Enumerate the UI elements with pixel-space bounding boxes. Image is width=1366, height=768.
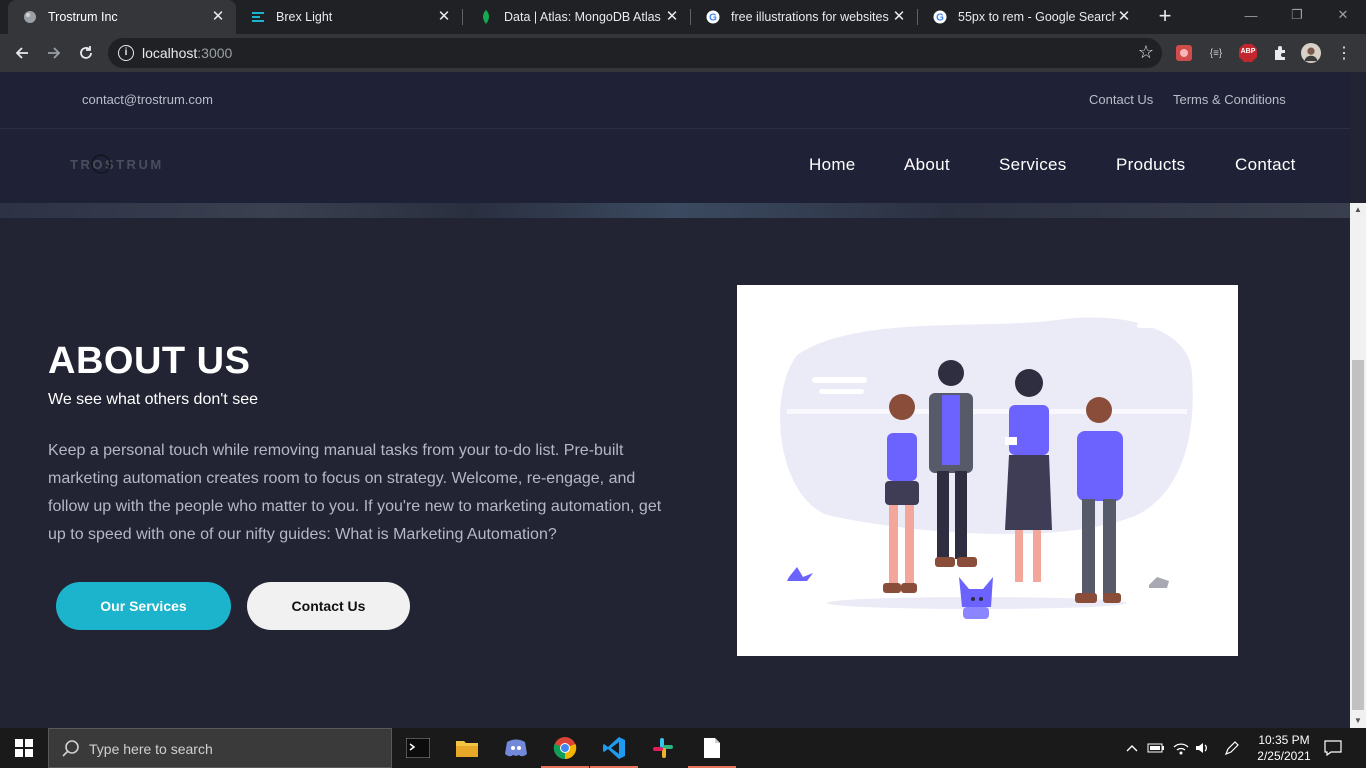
contact-email[interactable]: contact@trostrum.com (82, 92, 213, 107)
profile-avatar[interactable] (1301, 43, 1321, 63)
taskbar-search-box[interactable]: Type here to search (48, 728, 392, 768)
chrome-icon[interactable] (541, 728, 589, 768)
vscode-icon[interactable] (590, 728, 638, 768)
our-services-button[interactable]: Our Services (56, 582, 231, 630)
pen-workspace-icon[interactable] (1222, 738, 1242, 758)
about-body: Keep a personal touch while removing man… (48, 442, 662, 543)
tab-title: Data | Atlas: MongoDB Atlas (504, 10, 661, 24)
taskbar-clock[interactable]: 10:35 PM 2/25/2021 (1254, 732, 1314, 764)
hero-image-edge (0, 203, 1350, 218)
google-icon: G (932, 9, 948, 25)
page-scrollbar[interactable]: ▲ ▼ (1350, 203, 1366, 728)
contact-us-button[interactable]: Contact Us (247, 582, 410, 630)
nav-home[interactable]: Home (809, 155, 856, 175)
back-arrow-icon[interactable] (10, 41, 34, 65)
minimize-icon[interactable]: — (1228, 0, 1274, 30)
site-logo[interactable]: TROSTRUM (70, 153, 162, 175)
file-explorer-icon[interactable] (443, 728, 491, 768)
scroll-up-arrow-icon[interactable]: ▲ (1350, 203, 1366, 217)
restore-icon[interactable]: ❐ (1274, 0, 1320, 30)
window-close-icon[interactable]: ✕ (1320, 0, 1366, 30)
google-icon: G (705, 9, 721, 25)
wifi-icon[interactable] (1171, 738, 1191, 758)
about-subtitle: We see what others don't see (48, 391, 258, 408)
url-port: :3000 (197, 45, 233, 61)
topbar-contact-link[interactable]: Contact Us (1089, 92, 1153, 107)
taskbar-search-placeholder: Type here to search (89, 741, 213, 757)
tab-trostrum[interactable]: Trostrum Inc ✕ (8, 0, 236, 34)
tab-divider (462, 9, 463, 25)
svg-text:G: G (936, 13, 944, 24)
close-icon[interactable]: ✕ (891, 9, 907, 25)
about-title: ABOUT US (48, 340, 251, 382)
info-icon[interactable]: i (118, 45, 134, 61)
notepad-icon[interactable] (688, 728, 736, 768)
slack-icon[interactable] (639, 728, 687, 768)
terminal-icon[interactable] (394, 728, 442, 768)
bookmark-star-icon[interactable]: ☆ (1138, 42, 1154, 63)
reload-icon[interactable] (74, 41, 98, 65)
extension-code-icon[interactable]: {≡} (1206, 43, 1226, 63)
windows-taskbar: Type here to search 10:35 PM 2/25/2021 (0, 728, 1366, 768)
logo-text: TROSTRUM (70, 157, 162, 172)
puzzle-icon[interactable] (1270, 43, 1290, 63)
close-icon[interactable]: ✕ (436, 9, 452, 25)
tab-title: 55px to rem - Google Search (958, 10, 1116, 24)
url-host: localhost (142, 45, 198, 61)
clock-time: 10:35 PM (1258, 733, 1310, 747)
adblock-icon[interactable]: ABP (1238, 43, 1258, 63)
tab-title: Brex Light (276, 10, 333, 24)
forward-arrow-icon[interactable] (42, 41, 66, 65)
windows-start-icon[interactable] (0, 728, 48, 768)
team-illustration (737, 285, 1238, 656)
tab-mongodb[interactable]: Data | Atlas: MongoDB Atlas ✕ (464, 0, 690, 34)
tab-brex[interactable]: Brex Light ✕ (236, 0, 462, 34)
volume-icon[interactable] (1193, 738, 1213, 758)
scrollbar-thumb[interactable] (1352, 360, 1364, 710)
adblock-label: ABP (1240, 48, 1256, 55)
topbar-terms-link[interactable]: Terms & Conditions (1173, 92, 1286, 107)
tab-illustrations[interactable]: G free illustrations for websites - ✕ (691, 0, 917, 34)
site-navbar: TROSTRUM Home About Services Products Co… (0, 129, 1350, 203)
browser-toolbar: i localhost:3000 ☆ {≡} ABP ⋮ (0, 34, 1366, 72)
nav-products[interactable]: Products (1116, 155, 1186, 175)
menu-icon[interactable]: ⋮ (1334, 43, 1354, 63)
search-icon (61, 739, 81, 759)
browser-tab-bar: Trostrum Inc ✕ Brex Light ✕ Data | Atlas… (0, 0, 1366, 34)
new-tab-button[interactable]: + (1153, 5, 1177, 29)
discord-icon[interactable] (492, 728, 540, 768)
clock-date: 2/25/2021 (1257, 749, 1311, 763)
brex-icon (250, 9, 266, 25)
nav-contact[interactable]: Contact (1235, 155, 1296, 175)
tab-google-search[interactable]: G 55px to rem - Google Search ✕ (918, 0, 1142, 34)
url-text[interactable]: localhost:3000 (142, 45, 232, 61)
notification-center-icon[interactable] (1323, 738, 1343, 758)
tab-title: Trostrum Inc (48, 10, 118, 24)
nav-about[interactable]: About (904, 155, 950, 175)
address-bar[interactable]: i localhost:3000 ☆ (108, 38, 1162, 68)
extension-red-icon[interactable] (1174, 43, 1194, 63)
battery-icon[interactable] (1146, 738, 1166, 758)
chevron-up-icon[interactable] (1122, 738, 1142, 758)
page-viewport: contact@trostrum.com Contact Us Terms & … (0, 72, 1350, 728)
tab-title: free illustrations for websites - (731, 10, 891, 24)
close-icon[interactable]: ✕ (210, 9, 226, 25)
svg-text:G: G (709, 13, 717, 24)
close-icon[interactable]: ✕ (664, 9, 680, 25)
scroll-down-arrow-icon[interactable]: ▼ (1350, 714, 1366, 728)
site-topbar: contact@trostrum.com Contact Us Terms & … (0, 72, 1350, 129)
close-icon[interactable]: ✕ (1116, 9, 1132, 25)
nav-services[interactable]: Services (999, 155, 1067, 175)
globe-icon (22, 9, 38, 25)
mongodb-leaf-icon (478, 9, 494, 25)
